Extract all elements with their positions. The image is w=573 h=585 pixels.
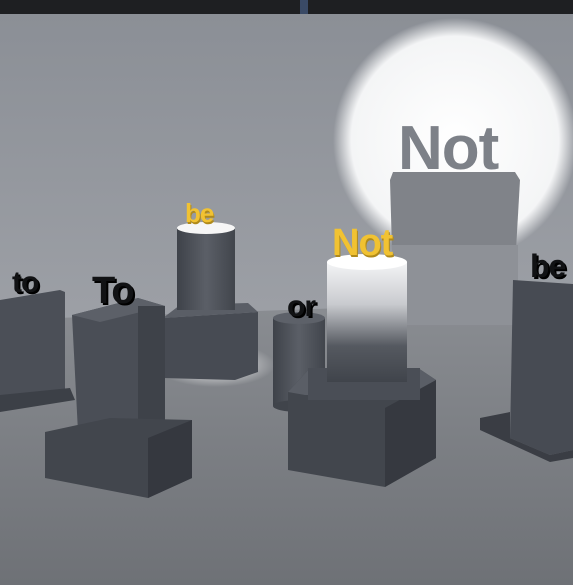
pedestal-to-left	[0, 290, 65, 400]
game-scene[interactable]: Not be Not be to To or	[0, 0, 573, 585]
word-not-center[interactable]: Not	[332, 224, 393, 262]
word-to-front[interactable]: To	[92, 272, 135, 310]
word-or[interactable]: or	[287, 292, 316, 322]
word-not-wall-shadow: Not	[398, 114, 499, 183]
word-be-right[interactable]: be	[530, 250, 566, 282]
wall-pillar-silhouette	[390, 172, 520, 250]
word-be-back[interactable]: be	[185, 200, 214, 226]
pedestal-be-back	[163, 312, 258, 380]
word-to-left[interactable]: to	[12, 268, 39, 298]
top-strip-divider	[300, 0, 308, 14]
pedestal-be-right	[510, 280, 573, 455]
top-strip	[0, 0, 573, 14]
